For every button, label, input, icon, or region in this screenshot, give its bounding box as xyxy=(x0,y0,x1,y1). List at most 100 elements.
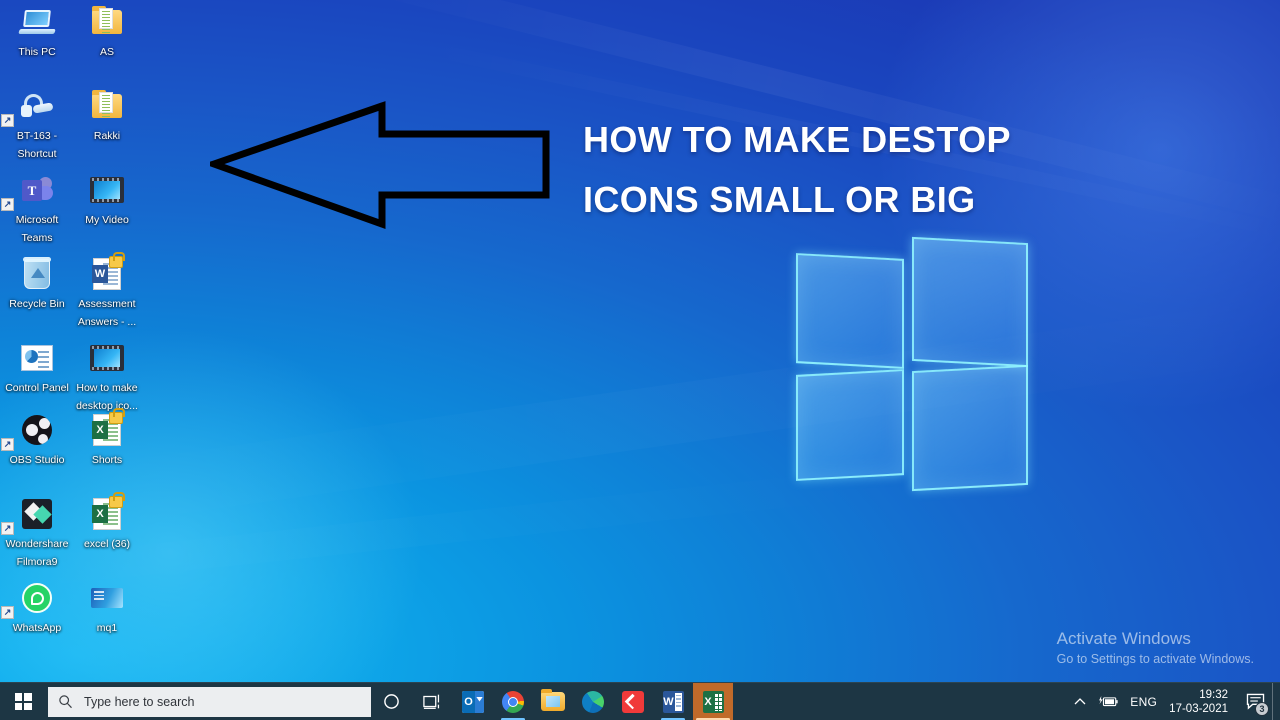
desktop-icon[interactable]: My Video xyxy=(72,170,142,228)
filmora-icon xyxy=(622,690,644,713)
clock-date: 17-03-2021 xyxy=(1169,702,1228,715)
desktop-icon-label: WhatsApp xyxy=(12,622,62,634)
start-button[interactable] xyxy=(0,683,46,720)
battery-charging-icon xyxy=(1099,696,1118,707)
bluetooth-headset-icon xyxy=(21,93,54,119)
windows-logo-pane xyxy=(796,369,904,481)
desktop-wallpaper[interactable] xyxy=(0,0,1280,682)
word-icon: W xyxy=(662,690,684,713)
desktop-icon[interactable]: OBS Studio xyxy=(1,410,72,468)
outlook-icon: O xyxy=(462,690,484,713)
windows-logo-pane xyxy=(796,253,904,369)
annotation-title-line1: HOW TO MAKE DESTOP xyxy=(583,119,1011,160)
taskbar-app-chrome[interactable] xyxy=(493,683,533,720)
desktop-icon-label: Control Panel xyxy=(5,382,69,394)
desktop-icon[interactable]: mq1 xyxy=(72,578,142,636)
desktop-icon[interactable]: T Microsoft Teams xyxy=(1,170,72,246)
file-explorer-icon xyxy=(541,689,565,711)
desktop-icon-label: Microsoft Teams xyxy=(15,214,59,244)
show-hidden-icons-button[interactable] xyxy=(1068,683,1092,720)
image-file-icon xyxy=(91,588,123,608)
desktop-icon-glyph xyxy=(2,2,72,42)
wondershare-filmora-icon xyxy=(22,499,52,529)
clock-time: 19:32 xyxy=(1199,688,1228,701)
clock[interactable]: 19:32 17-03-2021 xyxy=(1163,683,1238,720)
desktop-icon[interactable]: Rakki xyxy=(72,86,142,144)
desktop-icon[interactable]: Control Panel xyxy=(2,338,72,396)
language-indicator[interactable]: ENG xyxy=(1124,683,1163,720)
chrome-icon xyxy=(502,690,524,713)
action-center-button[interactable]: 3 xyxy=(1238,683,1272,720)
folder-icon xyxy=(92,90,122,118)
chevron-up-icon xyxy=(1074,698,1086,705)
annotation-title-line2: ICONS SMALL OR BIG xyxy=(583,179,976,220)
desktop-icon-label: How to make desktop ico... xyxy=(76,382,138,412)
desktop-icon[interactable]: AS xyxy=(72,2,142,60)
desktop-icon-label: mq1 xyxy=(96,622,118,634)
desktop-icon-glyph: W xyxy=(72,252,142,294)
desktop-icon-label: Recycle Bin xyxy=(9,298,65,310)
desktop-icon[interactable]: Wondershare Filmora9 xyxy=(1,494,72,570)
desktop-icon[interactable]: WhatsApp xyxy=(1,578,72,636)
battery-tray-button[interactable] xyxy=(1092,683,1124,720)
windows-start-icon xyxy=(14,693,32,710)
taskbar-app-edge[interactable] xyxy=(573,683,613,720)
whatsapp-icon xyxy=(22,583,52,613)
show-desktop-button[interactable] xyxy=(1272,682,1280,720)
desktop-icon-label: BT-163 - Shortcut xyxy=(16,130,58,160)
recycle-bin-icon xyxy=(23,257,51,289)
desktop-icon-label: excel (36) xyxy=(83,538,131,550)
taskbar-app-file-explorer[interactable] xyxy=(533,683,573,720)
taskbar: Type here to search O W X ENG 19:32 17-0… xyxy=(0,682,1280,720)
desktop-icon-glyph: T xyxy=(1,170,72,211)
desktop-icon[interactable]: Xexcel (36) xyxy=(72,492,142,552)
cortana-circle-icon xyxy=(384,694,399,709)
word-document-locked-icon: W xyxy=(92,252,125,290)
desktop-icon-label: My Video xyxy=(85,214,129,226)
notification-count-badge: 3 xyxy=(1255,701,1269,716)
shortcut-overlay-icon xyxy=(1,438,14,451)
search-placeholder-text: Type here to search xyxy=(84,694,195,709)
taskbar-app-outlook[interactable]: O xyxy=(453,683,493,720)
desktop-icon-glyph xyxy=(1,86,72,127)
this-pc-icon xyxy=(18,9,56,35)
desktop-icon-label: This PC xyxy=(18,46,56,58)
left-arrow-annotation-icon xyxy=(210,101,550,229)
excel-document-locked-icon: X xyxy=(92,492,125,530)
desktop-icon-glyph xyxy=(72,578,142,618)
desktop-icon-glyph xyxy=(72,170,142,210)
desktop-icon[interactable]: W Assessment Answers - ... xyxy=(72,252,142,330)
obs-studio-icon xyxy=(22,415,52,445)
shortcut-overlay-icon xyxy=(1,114,14,127)
wallpaper-light-streak xyxy=(60,296,1280,530)
windows-desktop-screen: This PC AS BT-163 - Shortcut Rakki T Microsof… xyxy=(0,0,1280,720)
taskbar-app-word[interactable]: W xyxy=(653,683,693,720)
desktop-icon[interactable]: Recycle Bin xyxy=(2,254,72,312)
video-file-icon xyxy=(90,177,124,203)
system-tray: ENG 19:32 17-03-2021 3 xyxy=(1068,682,1280,720)
windows-logo-pane xyxy=(912,364,1028,492)
taskbar-app-excel[interactable]: X xyxy=(693,682,733,720)
desktop-icon[interactable]: X Shorts xyxy=(72,408,142,468)
shortcut-overlay-icon xyxy=(1,198,14,211)
desktop-icon[interactable]: How to make desktop ico... xyxy=(72,338,142,414)
desktop-icon-glyph xyxy=(2,254,72,294)
shortcut-overlay-icon xyxy=(1,522,14,535)
desktop-icon-glyph xyxy=(72,338,142,378)
excel-document-locked-icon: X xyxy=(92,408,125,446)
folder-icon xyxy=(92,6,122,34)
desktop-icon-label: OBS Studio xyxy=(9,454,65,466)
desktop-icon-label: Assessment Answers - ... xyxy=(77,298,137,328)
desktop-icon[interactable]: This PC xyxy=(2,2,72,60)
desktop-icon-glyph xyxy=(1,494,72,535)
annotation-title: HOW TO MAKE DESTOP ICONS SMALL OR BIG xyxy=(583,110,1103,230)
cortana-button[interactable] xyxy=(371,683,412,720)
windows-logo-pane xyxy=(912,236,1028,368)
search-input[interactable]: Type here to search xyxy=(48,686,371,717)
task-view-button[interactable] xyxy=(412,683,453,720)
control-panel-icon xyxy=(21,345,53,371)
taskbar-app-filmora[interactable] xyxy=(613,683,653,720)
desktop-icon-glyph: X xyxy=(72,492,142,534)
desktop-icon[interactable]: BT-163 - Shortcut xyxy=(1,86,72,162)
desktop-icon-label: AS xyxy=(99,46,114,58)
